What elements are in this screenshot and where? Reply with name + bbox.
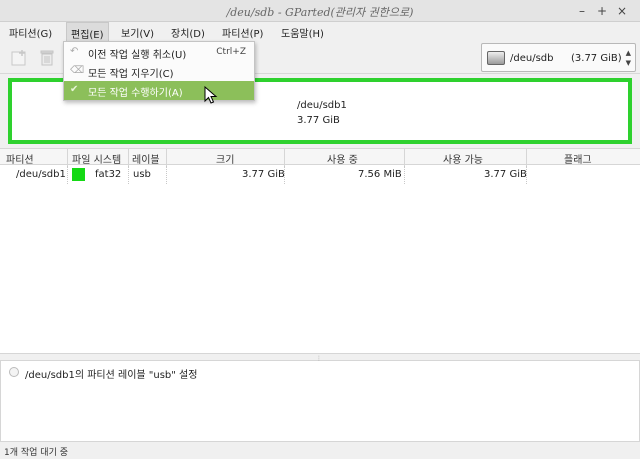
statusbar: 1개 작업 대기 중 <box>0 441 640 459</box>
clear-icon: ⌫ <box>70 65 85 76</box>
cell-used: 7.56 MiB <box>358 169 402 180</box>
graph-partition-size: 3.77 GiB <box>297 115 340 126</box>
operations-pane: /deu/sdb1의 파티션 레이블 "usb" 설정 <box>0 361 640 441</box>
menu-item-undo-label: 이전 작업 실행 취소(U) <box>88 50 187 61</box>
menu-item-undo[interactable]: ↶ 이전 작업 실행 취소(U) Ctrl+Z <box>64 43 254 62</box>
header-unused[interactable]: 사용 가능 <box>443 151 483 166</box>
table-header: 파티션 파일 시스템 레이블 크기 사용 중 사용 가능 플래그 <box>0 148 640 166</box>
apply-check-icon: ✔ <box>70 84 79 95</box>
menu-item-undo-shortcut: Ctrl+Z <box>216 47 246 57</box>
header-used[interactable]: 사용 중 <box>327 151 358 166</box>
menu-item-clear[interactable]: ⌫ 모든 작업 지우기(C) <box>64 62 254 81</box>
table-row[interactable]: /deu/sdb1 fat32 usb 3.77 GiB 7.56 MiB 3.… <box>0 166 640 184</box>
cell-unused: 3.77 GiB <box>484 169 527 180</box>
menu-view[interactable]: 보기(V) <box>121 25 154 40</box>
cell-label: usb <box>133 169 151 180</box>
device-selector[interactable]: /deu/sdb (3.77 GiB) ▲ ▼ <box>481 43 636 72</box>
menu-item-apply-label: 모든 작업 수행하기(A) <box>88 88 183 99</box>
header-size[interactable]: 크기 <box>216 151 234 166</box>
header-flags[interactable]: 플래그 <box>564 151 592 166</box>
window-title: /deu/sdb - GParted(관리자 권한으로) <box>226 6 414 19</box>
device-name: /deu/sdb <box>510 53 554 64</box>
close-button[interactable]: × <box>614 3 630 19</box>
partition-table: 파티션 파일 시스템 레이블 크기 사용 중 사용 가능 플래그 /deu/sd… <box>0 148 640 353</box>
disk-icon <box>487 51 505 65</box>
menu-item-apply[interactable]: ✔ 모든 작업 수행하기(A) <box>64 81 254 100</box>
menu-gparted[interactable]: 파티션(G) <box>9 25 52 40</box>
chevron-updown-icon: ▲ ▼ <box>625 49 631 67</box>
edit-menu-dropdown: ↶ 이전 작업 실행 취소(U) Ctrl+Z ⌫ 모든 작업 지우기(C) ✔… <box>63 41 255 101</box>
cell-size: 3.77 GiB <box>242 169 285 180</box>
menu-partition[interactable]: 파티션(P) <box>222 25 263 40</box>
maximize-button[interactable]: + <box>594 3 610 19</box>
mouse-cursor-icon <box>204 86 218 104</box>
undo-icon: ↶ <box>70 46 79 57</box>
minimize-button[interactable]: – <box>574 3 590 19</box>
status-text: 1개 작업 대기 중 <box>4 448 68 458</box>
menu-help[interactable]: 도움말(H) <box>281 25 324 40</box>
menu-edit[interactable]: 편집(E) <box>66 22 109 41</box>
fs-color-swatch <box>72 168 85 181</box>
header-partition[interactable]: 파티션 <box>6 151 34 166</box>
new-partition-icon[interactable] <box>10 49 28 67</box>
menu-item-clear-label: 모든 작업 지우기(C) <box>88 69 174 80</box>
menu-device[interactable]: 장치(D) <box>171 25 205 40</box>
window-titlebar: /deu/sdb - GParted(관리자 권한으로) – + × <box>0 0 640 22</box>
graph-partition-name: /deu/sdb1 <box>297 100 347 111</box>
header-label[interactable]: 레이블 <box>132 151 160 166</box>
delete-partition-icon[interactable] <box>38 49 56 67</box>
pane-splitter[interactable]: ⋮ <box>0 353 640 362</box>
header-filesystem[interactable]: 파일 시스템 <box>72 151 121 166</box>
cell-filesystem: fat32 <box>95 169 122 180</box>
operation-icon <box>9 367 19 377</box>
device-size: (3.77 GiB) <box>571 53 622 64</box>
operation-item[interactable]: /deu/sdb1의 파티션 레이블 "usb" 설정 <box>25 366 197 381</box>
cell-partition: /deu/sdb1 <box>16 169 66 180</box>
menubar: 파티션(G) 편집(E) 보기(V) 장치(D) 파티션(P) 도움말(H) <box>0 22 640 41</box>
